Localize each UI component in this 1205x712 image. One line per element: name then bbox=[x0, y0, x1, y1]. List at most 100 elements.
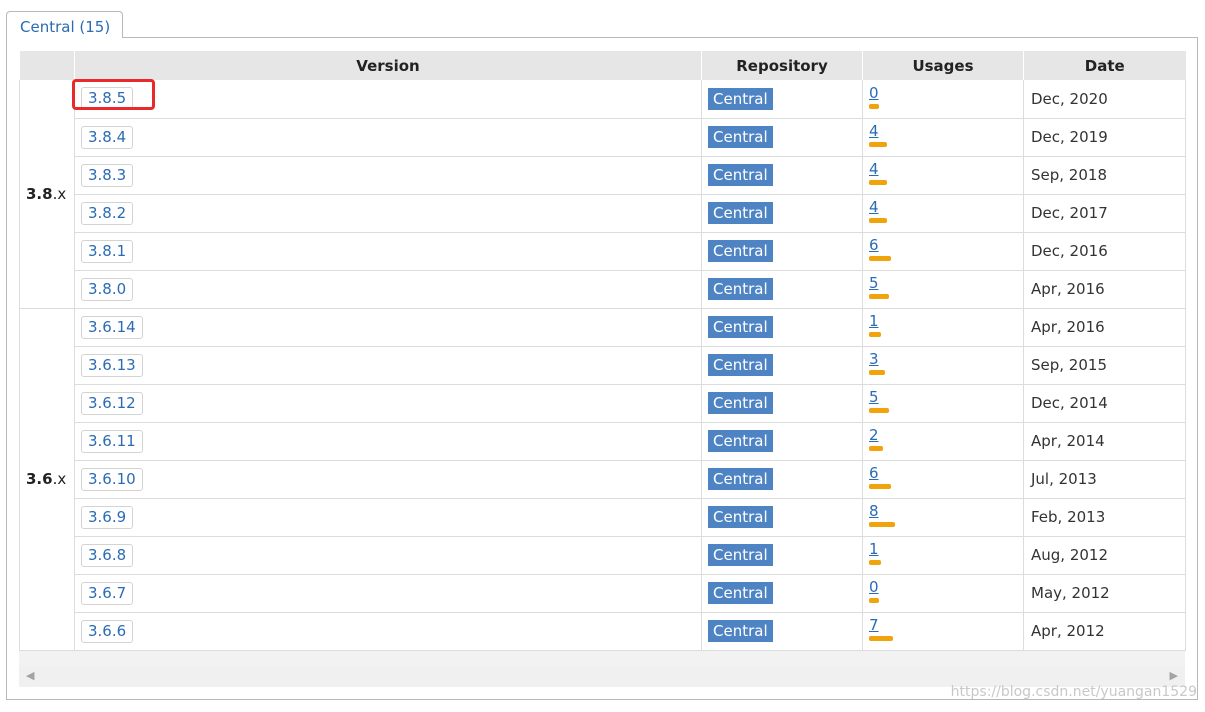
version-link[interactable]: 3.6.12 bbox=[81, 391, 143, 415]
usages-cell: 2 bbox=[862, 421, 1024, 461]
usage-count-link[interactable]: 4 bbox=[869, 122, 879, 140]
version-label: 3.6.11 bbox=[88, 431, 136, 450]
usages-cell: 4 bbox=[862, 117, 1024, 157]
repository-badge[interactable]: Central bbox=[708, 620, 773, 642]
version-link[interactable]: 3.6.7 bbox=[81, 581, 134, 605]
tab-central[interactable]: Central (15) bbox=[6, 11, 123, 38]
version-link[interactable]: 3.6.13 bbox=[81, 353, 143, 377]
version-link[interactable]: 3.6.9 bbox=[81, 505, 134, 529]
version-link[interactable]: 3.6.6 bbox=[81, 619, 134, 643]
table-row: 3.6.10 Central 6 Jul, 2013 bbox=[20, 459, 1186, 499]
repository-badge[interactable]: Central bbox=[708, 506, 773, 528]
usages-cell: 4 bbox=[862, 193, 1024, 233]
usages-cell: 4 bbox=[862, 155, 1024, 195]
version-link[interactable]: 3.8.0 bbox=[81, 277, 134, 301]
repository-badge[interactable]: Central bbox=[708, 430, 773, 452]
triangle-left-icon[interactable]: ◀ bbox=[26, 669, 34, 682]
usage-bar bbox=[869, 484, 891, 489]
version-link[interactable]: 3.8.1 bbox=[81, 239, 134, 263]
version-link[interactable]: 3.6.14 bbox=[81, 315, 143, 339]
version-link[interactable]: 3.8.4 bbox=[81, 125, 134, 149]
usage-bar bbox=[869, 142, 887, 147]
triangle-right-icon[interactable]: ▶ bbox=[1170, 669, 1178, 682]
version-link[interactable]: 3.8.2 bbox=[81, 201, 134, 225]
usage-count-link[interactable]: 7 bbox=[869, 616, 879, 634]
header-version: Version bbox=[74, 51, 702, 80]
repository-badge[interactable]: Central bbox=[708, 354, 773, 376]
usage-count-link[interactable]: 6 bbox=[869, 464, 879, 482]
table-row: 3.6.8 Central 1 Aug, 2012 bbox=[20, 535, 1186, 575]
header-usages: Usages bbox=[862, 51, 1024, 80]
usage-bar bbox=[869, 598, 879, 603]
version-label: 3.6.7 bbox=[88, 583, 127, 602]
group-suffix: .x bbox=[52, 184, 67, 203]
usage-count-link[interactable]: 1 bbox=[869, 540, 879, 558]
repository-badge[interactable]: Central bbox=[708, 468, 773, 490]
watermark: https://blog.csdn.net/yuangan1529 bbox=[950, 684, 1197, 700]
table-header-row: Version Repository Usages Date bbox=[19, 51, 1186, 80]
usage-count-link[interactable]: 2 bbox=[869, 426, 879, 444]
repository-cell: Central bbox=[701, 383, 863, 423]
usages-cell: 6 bbox=[862, 459, 1024, 499]
repository-badge[interactable]: Central bbox=[708, 126, 773, 148]
usage-count-link[interactable]: 0 bbox=[869, 578, 879, 596]
date-cell: Dec, 2014 bbox=[1023, 383, 1186, 423]
version-group-label: 3.6.x bbox=[19, 307, 75, 651]
version-link[interactable]: 3.8.5 bbox=[72, 79, 155, 111]
repository-cell: Central bbox=[701, 193, 863, 233]
version-cell: 3.6.13 bbox=[74, 345, 702, 385]
header-repository: Repository bbox=[701, 51, 863, 80]
version-cell: 3.6.14 bbox=[74, 307, 702, 347]
repository-badge[interactable]: Central bbox=[708, 278, 773, 300]
usage-count-link[interactable]: 4 bbox=[869, 198, 879, 216]
table-row: 3.6.9 Central 8 Feb, 2013 bbox=[20, 497, 1186, 537]
versions-table-container: Version Repository Usages Date 3.8.x 3.8.… bbox=[19, 51, 1186, 687]
version-label: 3.6.13 bbox=[88, 355, 136, 374]
repository-badge[interactable]: Central bbox=[708, 164, 773, 186]
usage-bar bbox=[869, 560, 881, 565]
version-cell: 3.6.8 bbox=[74, 535, 702, 575]
usage-count-link[interactable]: 5 bbox=[869, 274, 879, 292]
usage-count-link[interactable]: 5 bbox=[869, 388, 879, 406]
repository-badge[interactable]: Central bbox=[708, 87, 773, 110]
repository-badge[interactable]: Central bbox=[708, 202, 773, 224]
version-label: 3.8.1 bbox=[88, 241, 127, 260]
usage-count-link[interactable]: 6 bbox=[869, 236, 879, 254]
version-cell: 3.8.5 bbox=[72, 79, 702, 119]
version-cell: 3.8.3 bbox=[74, 155, 702, 195]
table-row: 3.6.11 Central 2 Apr, 2014 bbox=[20, 421, 1186, 461]
version-label: 3.8.0 bbox=[88, 279, 127, 298]
version-cell: 3.6.9 bbox=[74, 497, 702, 537]
usage-bar bbox=[869, 256, 891, 261]
version-link[interactable]: 3.6.10 bbox=[81, 467, 143, 491]
usages-cell: 1 bbox=[862, 535, 1024, 575]
usage-count-link[interactable]: 4 bbox=[869, 160, 879, 178]
usage-bar bbox=[869, 446, 883, 451]
repository-badge[interactable]: Central bbox=[708, 392, 773, 414]
usage-bar bbox=[869, 332, 881, 337]
version-label: 3.8.2 bbox=[88, 203, 127, 222]
usage-bar bbox=[869, 408, 889, 413]
usages-cell: 6 bbox=[862, 231, 1024, 271]
repository-cell: Central bbox=[701, 269, 863, 309]
date-cell: Dec, 2020 bbox=[1023, 80, 1186, 119]
usage-count-link[interactable]: 8 bbox=[869, 502, 879, 520]
repository-cell: Central bbox=[701, 573, 863, 613]
repository-cell: Central bbox=[701, 345, 863, 385]
version-cell: 3.8.2 bbox=[74, 193, 702, 233]
repository-badge[interactable]: Central bbox=[708, 240, 773, 262]
usage-count-link[interactable]: 3 bbox=[869, 350, 879, 368]
table-row: 3.6.12 Central 5 Dec, 2014 bbox=[20, 383, 1186, 423]
usages-cell: 7 bbox=[862, 611, 1024, 651]
version-link[interactable]: 3.8.3 bbox=[81, 163, 134, 187]
repository-badge[interactable]: Central bbox=[708, 544, 773, 566]
usage-count-link[interactable]: 1 bbox=[869, 312, 879, 330]
repository-badge[interactable]: Central bbox=[708, 582, 773, 604]
group-suffix: .x bbox=[52, 470, 67, 488]
version-group-label: 3.8.x bbox=[19, 80, 75, 309]
usage-count-link[interactable]: 0 bbox=[869, 84, 879, 102]
repository-badge[interactable]: Central bbox=[708, 316, 773, 338]
usages-cell: 8 bbox=[862, 497, 1024, 537]
version-link[interactable]: 3.6.11 bbox=[81, 429, 143, 453]
version-link[interactable]: 3.6.8 bbox=[81, 543, 134, 567]
